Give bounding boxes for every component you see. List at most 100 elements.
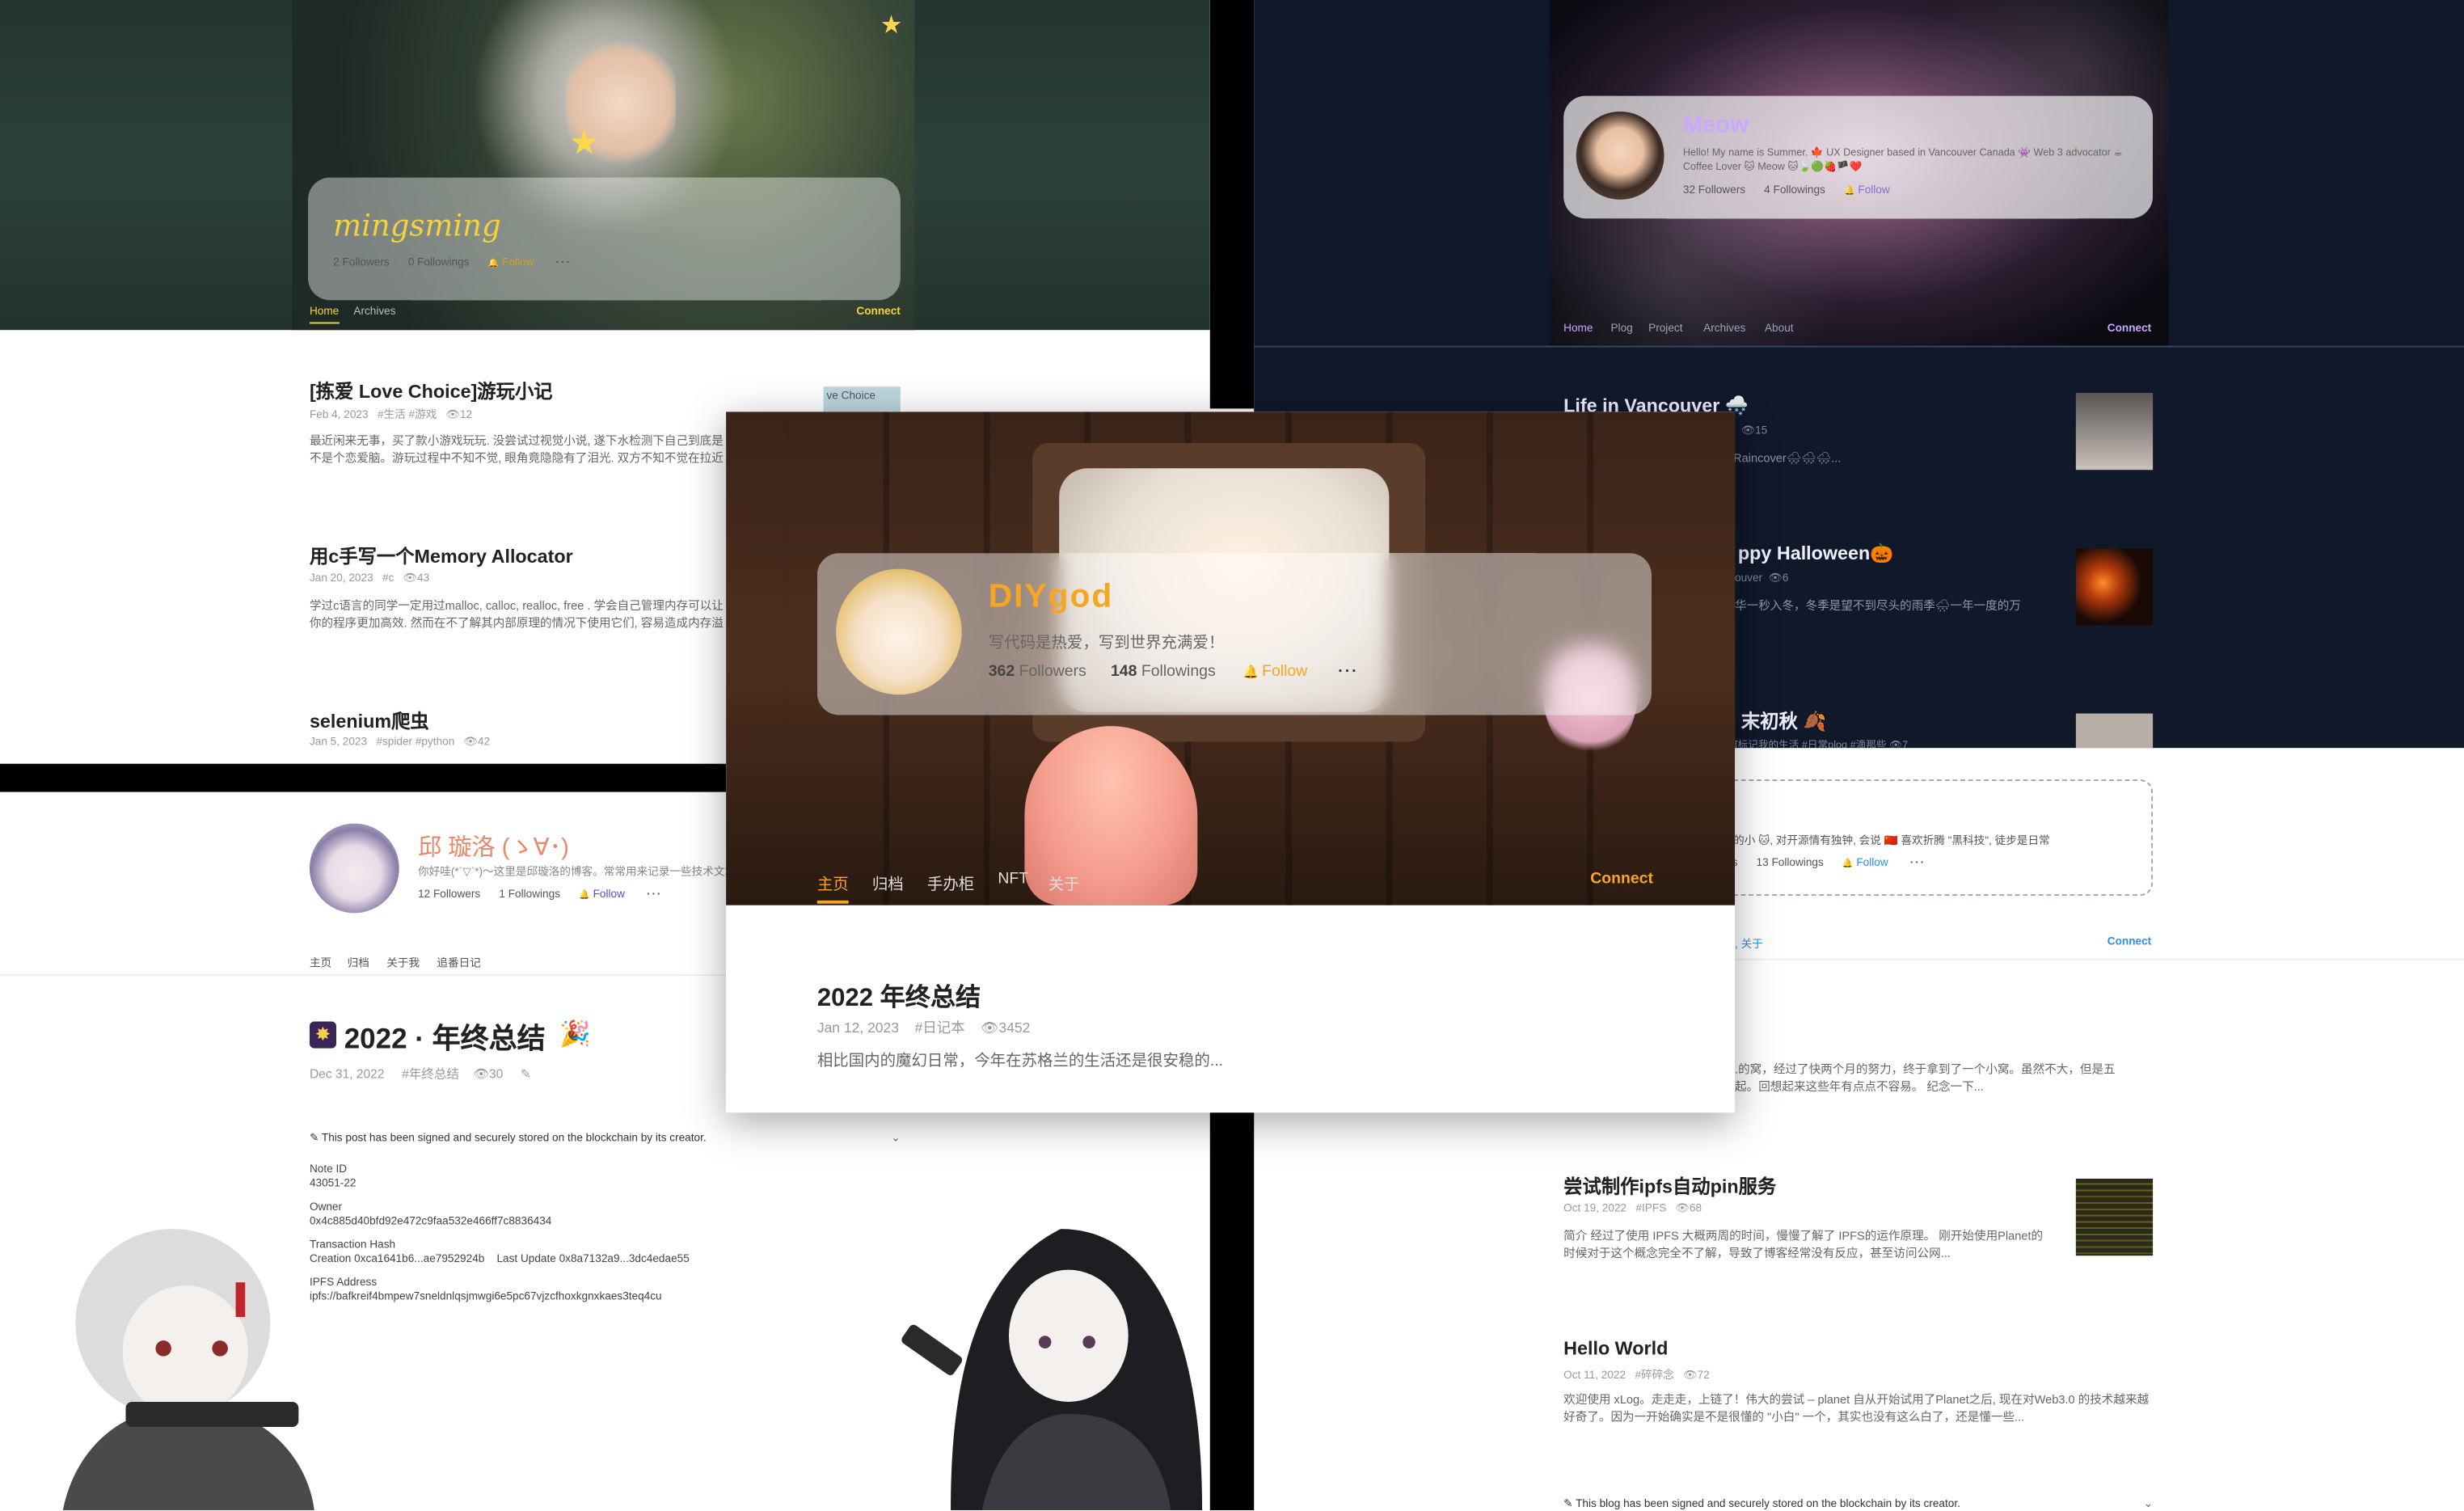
right-follow-button[interactable]: Follow: [1842, 858, 1888, 869]
diygod-nav-about[interactable]: 关于: [1048, 871, 1080, 894]
post-date: Oct 19, 2022: [1563, 1204, 1627, 1215]
mingsming-nav-archives[interactable]: Archives: [353, 306, 395, 318]
diygod-profile-card: DIYgod 写代码是热爱，写到世界充满爱！ 362 Followers 148…: [816, 553, 1652, 715]
qiu-more-button[interactable]: ···: [647, 889, 662, 901]
meow-follow-button[interactable]: Follow: [1844, 185, 1890, 196]
chain-field-label: Transaction Hash: [309, 1239, 396, 1251]
meow-nav-project[interactable]: Project: [1648, 323, 1682, 335]
post-excerpt: 欢迎使用 xLog。走走走，上链了！伟大的尝试 – planet 自从开始试用了…: [1563, 1392, 2150, 1424]
diygod-name: DIYgod: [988, 578, 1114, 615]
chain-field-value[interactable]: Creation 0xca1641b6...ae7952924b Last Up…: [310, 1253, 690, 1268]
right-chain-note[interactable]: ✎ This blog has been signed and securely…: [1563, 1498, 2153, 1511]
diygod-post-title[interactable]: 2022 年终总结: [817, 976, 981, 1014]
signature-icon: ✎: [309, 1133, 322, 1145]
mingsming-connect-button[interactable]: Connect: [856, 306, 900, 318]
party-icon: 🎉: [559, 1021, 591, 1049]
qiu-bio: 你好哇(*´▽`*)～这里是邱璇洛的博客。常常用来记录一些技术文章和小日常~: [418, 867, 726, 879]
post-tags[interactable]: #碎碎念: [1635, 1370, 1673, 1382]
eye-icon: 👁: [981, 1019, 999, 1036]
meow-nav-plog[interactable]: Plog: [1610, 323, 1632, 335]
signature-icon: ✎: [1563, 1499, 1576, 1511]
eye-icon: 👁: [1740, 425, 1756, 437]
mingsming-profile-card: mingsming 2 Followers 0 Followings Follo…: [308, 177, 901, 301]
diygod-followings[interactable]: 148 Followings: [1111, 663, 1216, 680]
qiu-nav-archives[interactable]: 归档: [348, 956, 369, 971]
diygod-follow-button[interactable]: Follow: [1243, 663, 1307, 680]
qiu-name: 邱 璇洛 (ゝ∀･): [418, 834, 569, 862]
right-more-button[interactable]: ···: [1910, 858, 1926, 869]
right-bio: 态的小 🐱, 对开源情有独钟, 会说 🇨🇳 喜欢折腾 "黑科技", 徒步是日常: [1722, 836, 2050, 847]
post-title[interactable]: Hello World: [1563, 1337, 1668, 1359]
meow-nav-archives[interactable]: Archives: [1703, 323, 1745, 335]
right-followings[interactable]: 13 Followings: [1757, 858, 1824, 869]
post-title[interactable]: [拣爱 Love Choice]游玩小记: [310, 378, 553, 404]
character-illustration-right: [901, 1229, 1203, 1511]
diygod-bio: 写代码是热爱，写到世界充满爱！: [988, 635, 1225, 652]
post-tags[interactable]: #IPFS: [1635, 1204, 1666, 1215]
qiu-followers[interactable]: 12 Followers: [418, 889, 480, 901]
diygod-followers[interactable]: 362 Followers: [989, 663, 1086, 680]
post-title[interactable]: 用c手写一个Memory Allocator: [310, 542, 573, 569]
post-views: 12: [459, 410, 473, 421]
mingsming-followers[interactable]: 2 Followers: [333, 258, 390, 269]
qiu-nav-home[interactable]: 主页: [310, 956, 331, 971]
mingsming-nav-home[interactable]: Home: [309, 306, 340, 324]
diygod-post-views: 3452: [998, 1019, 1031, 1036]
chain-field-label: IPFS Address: [309, 1277, 378, 1289]
post-date: Oct 11, 2022: [1563, 1370, 1626, 1382]
diygod-connect-button[interactable]: Connect: [1590, 871, 1653, 888]
post-title[interactable]: ppy Halloween🎃: [1738, 542, 1893, 564]
meow-name: Meow: [1682, 112, 1749, 139]
qiu-avatar: [309, 823, 399, 914]
qiu-nav-about[interactable]: 关于我: [386, 956, 420, 971]
mingsming-more-button[interactable]: ···: [555, 258, 571, 269]
diygod-nav-nft[interactable]: NFT: [998, 871, 1028, 888]
diygod-nav-home[interactable]: 主页: [816, 871, 849, 904]
post-views: 68: [1689, 1204, 1702, 1215]
post-title[interactable]: 末初秋 🍂: [1741, 707, 1827, 734]
post-title[interactable]: selenium爬虫: [310, 707, 429, 734]
chevron-down-icon[interactable]: ⌄: [2144, 1498, 2153, 1510]
diygod-followings-count: 148: [1110, 663, 1137, 681]
post-tags[interactable]: #c: [382, 574, 394, 585]
fireworks-icon: ✸: [309, 1021, 336, 1049]
qiu-post-title[interactable]: 2022 · 年终总结: [344, 1017, 546, 1058]
qiu-post-date: Dec 31, 2022: [309, 1066, 385, 1082]
meow-nav-about[interactable]: About: [1765, 323, 1794, 335]
mingsming-follow-button[interactable]: Follow: [488, 258, 534, 269]
eye-icon: 👁: [1683, 1370, 1698, 1382]
meow-followers[interactable]: 32 Followers: [1683, 185, 1745, 196]
chain-field-value[interactable]: 0x4c885d40bfd92e472c9faa532e466ff7c88364…: [310, 1215, 690, 1230]
chevron-down-icon[interactable]: ⌄: [891, 1132, 900, 1145]
diygod-post-tag[interactable]: #日记本: [914, 1020, 964, 1036]
post-excerpt: 简介 经过了使用 IPFS 大概两周的时间，慢慢了解了 IPFS的运作原理。 刚…: [1563, 1229, 2044, 1261]
eye-icon: 👁: [463, 737, 478, 749]
mingsming-followings[interactable]: 0 Followings: [408, 258, 470, 269]
chain-field-label: Note ID: [309, 1164, 348, 1176]
right-connect-button[interactable]: Connect: [2107, 937, 2151, 948]
chain-field-value[interactable]: ipfs://bafkreif4bmpew7sneldnlqsjmwgi6e5p…: [310, 1290, 690, 1305]
diygod-more-button[interactable]: ···: [1338, 663, 1358, 680]
chain-field-value[interactable]: 43051-22: [310, 1178, 690, 1192]
right-nav-about[interactable]: , 关于: [1735, 937, 1763, 952]
meow-connect-button[interactable]: Connect: [2107, 323, 2151, 335]
post-title[interactable]: 尝试制作ipfs自动pin服务: [1563, 1172, 1776, 1199]
post-views: 7: [1902, 740, 1909, 749]
character-illustration-left: [62, 1229, 314, 1511]
post-meta: ouver: [1735, 573, 1763, 585]
qiu-chain-note[interactable]: ✎ This post has been signed and securely…: [310, 1132, 901, 1145]
eye-icon: 👁: [1889, 740, 1903, 749]
diygod-followers-label: Followers: [1019, 663, 1086, 681]
qiu-followings[interactable]: 1 Followings: [499, 889, 560, 901]
meow-nav-home[interactable]: Home: [1563, 323, 1593, 335]
qiu-follow-button[interactable]: Follow: [579, 889, 625, 901]
diygod-nav-figures[interactable]: 手办柜: [927, 871, 974, 894]
qiu-nav-anime[interactable]: 追番日记: [437, 956, 480, 971]
qiu-post-tag[interactable]: #年终总结: [402, 1067, 459, 1081]
post-tags[interactable]: #生活 #游戏: [378, 410, 437, 421]
meow-followings[interactable]: 4 Followings: [1764, 185, 1825, 196]
map-post-excerpt: .的窝，经过了快两个月的努力，终于拿到了一个小窝。虽然不大，但是五 起。回想起来…: [1735, 1062, 2116, 1095]
post-tags[interactable]: #spider #python: [376, 737, 454, 749]
post-meta: [标记我的生活 #日常plog #滴那些: [1735, 740, 1887, 749]
diygod-nav-archives[interactable]: 归档: [872, 871, 904, 894]
